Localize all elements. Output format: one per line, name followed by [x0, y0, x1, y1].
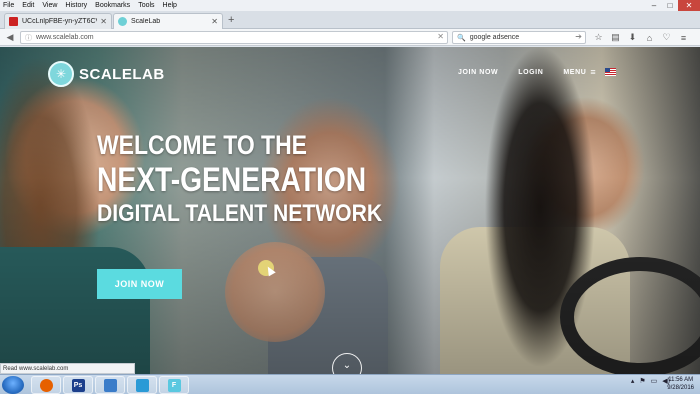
- headline-line-2: NEXT-GENERATION: [97, 161, 367, 199]
- headline-line-1: WELCOME TO THE: [97, 130, 307, 160]
- search-input[interactable]: google adsence: [470, 34, 519, 41]
- tray-expand-icon[interactable]: ▴: [631, 377, 635, 385]
- taskbar-explorer[interactable]: [95, 376, 125, 394]
- info-icon: ⓘ: [25, 34, 32, 42]
- site-nav: JOIN NOW LOGIN MENU ≡: [458, 67, 617, 77]
- logo-text: SCALELAB: [79, 65, 165, 83]
- minimize-button[interactable]: –: [646, 0, 662, 11]
- explorer-icon: [103, 378, 117, 392]
- tab-label: ScaleLab: [131, 18, 161, 25]
- clock-time: 11:56 AM: [668, 377, 694, 383]
- menu-bar: File Edit View History Bookmarks Tools H…: [0, 0, 700, 11]
- reload-icon[interactable]: ✕: [437, 32, 444, 41]
- network-icon[interactable]: ▭: [651, 377, 658, 385]
- firefox-icon: [39, 378, 53, 392]
- start-button[interactable]: [2, 376, 24, 394]
- menu-label: MENU: [563, 68, 587, 76]
- url-bar[interactable]: ⓘ www.scalelab.com ✕: [20, 31, 448, 44]
- scalelab-logo-icon: ✳: [48, 61, 74, 87]
- menu-history[interactable]: History: [65, 2, 87, 9]
- home-icon[interactable]: ⌂: [641, 31, 658, 44]
- clock-date: 9/28/2016: [667, 385, 694, 391]
- scalelab-favicon-icon: [118, 17, 127, 26]
- new-tab-button[interactable]: +: [228, 14, 234, 26]
- windows-taskbar: Ps F ▴ ⚑ ▭ ◀) 11:56 AM 9/28/2016: [0, 374, 700, 394]
- system-clock[interactable]: 11:56 AM 9/28/2016: [667, 376, 694, 392]
- search-go-icon[interactable]: ➔: [575, 32, 582, 41]
- nav-join-now[interactable]: JOIN NOW: [458, 69, 498, 76]
- menu-bookmarks[interactable]: Bookmarks: [95, 2, 130, 9]
- system-tray: ▴ ⚑ ▭ ◀): [626, 377, 670, 385]
- flag-icon[interactable]: ⚑: [639, 377, 645, 385]
- f-app-icon: F: [167, 378, 181, 392]
- bookmark-star-icon[interactable]: ☆: [590, 31, 607, 44]
- hamburger-menu-icon[interactable]: ≡: [675, 31, 692, 44]
- photoshop-icon: Ps: [71, 378, 85, 392]
- taskbar-photoshop[interactable]: Ps: [63, 376, 93, 394]
- menu-edit[interactable]: Edit: [22, 2, 34, 9]
- tab-scalelab[interactable]: ScaleLab ✕: [113, 13, 223, 29]
- close-window-button[interactable]: ✕: [678, 0, 700, 11]
- menu-hamburger-icon: ≡: [590, 67, 597, 77]
- taskbar-app[interactable]: [127, 376, 157, 394]
- taskbar-f-app[interactable]: F: [159, 376, 189, 394]
- tab-strip: UCcLnlpFBE-yn-yZT6CV03... ✕ ScaleLab ✕ +: [0, 11, 700, 29]
- back-arrow-icon[interactable]: ◀: [3, 32, 17, 43]
- menu-tools[interactable]: Tools: [138, 2, 154, 9]
- page-hero: ✳ SCALELAB JOIN NOW LOGIN MENU ≡ WELCOME…: [0, 47, 700, 374]
- menu-file[interactable]: File: [3, 2, 14, 9]
- maximize-button[interactable]: □: [662, 0, 678, 11]
- reading-list-icon[interactable]: ▤: [607, 31, 624, 44]
- nav-login[interactable]: LOGIN: [518, 69, 543, 76]
- youtube-favicon-icon: [9, 17, 18, 26]
- tab-label: UCcLnlpFBE-yn-yZT6CV03...: [22, 18, 97, 25]
- app-icon: [135, 378, 149, 392]
- tab-close-icon[interactable]: ✕: [100, 17, 107, 26]
- menu-view[interactable]: View: [42, 2, 57, 9]
- navigation-bar: ◀ ⓘ www.scalelab.com ✕ 🔍 google adsence …: [0, 29, 700, 46]
- tab-close-icon[interactable]: ✕: [211, 17, 218, 26]
- search-bar[interactable]: 🔍 google adsence ➔: [452, 31, 586, 44]
- us-flag-icon[interactable]: [605, 68, 617, 76]
- pocket-icon[interactable]: ♡: [658, 31, 675, 44]
- menu-help[interactable]: Help: [163, 2, 177, 9]
- site-logo[interactable]: ✳ SCALELAB: [48, 61, 165, 87]
- window-controls: – □ ✕: [646, 0, 700, 11]
- status-bar: Read www.scalelab.com: [0, 363, 135, 374]
- download-icon[interactable]: ⬇: [624, 31, 641, 44]
- nav-menu[interactable]: MENU ≡: [563, 67, 596, 77]
- search-icon: 🔍: [457, 34, 466, 42]
- taskbar-firefox[interactable]: [31, 376, 61, 394]
- tab-youtube[interactable]: UCcLnlpFBE-yn-yZT6CV03... ✕: [4, 13, 112, 29]
- headline-line-3: DIGITAL TALENT NETWORK: [97, 200, 383, 227]
- url-text: www.scalelab.com: [36, 34, 94, 41]
- join-now-button[interactable]: JOIN NOW: [97, 269, 182, 299]
- toolbar-icons: ☆ ▤ ⬇ ⌂ ♡ ≡: [590, 31, 692, 44]
- hero-headline: WELCOME TO THE NEXT-GENERATION DIGITAL T…: [97, 130, 421, 229]
